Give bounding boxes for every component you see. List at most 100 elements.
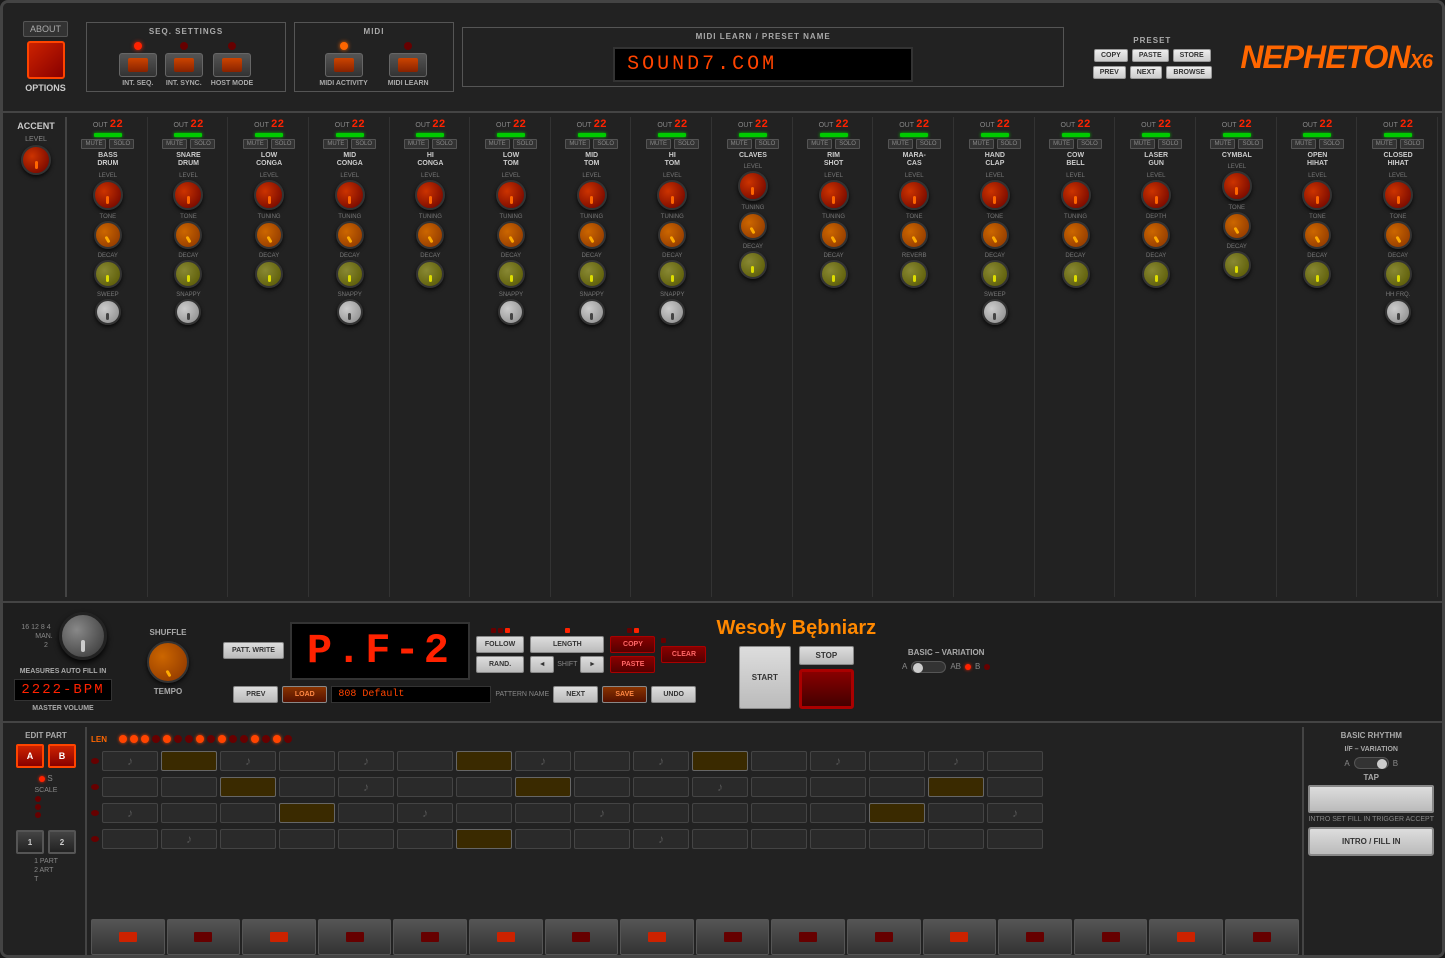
seq-step-3-15[interactable] bbox=[928, 803, 984, 823]
mute-btn[interactable]: MUTE bbox=[404, 139, 429, 149]
seq-step-1-14[interactable] bbox=[869, 751, 925, 771]
seq-step-4-11[interactable] bbox=[692, 829, 748, 849]
seq-step-3-1[interactable]: ♪ bbox=[102, 803, 158, 823]
pattern-prev-button[interactable]: PREV bbox=[233, 686, 278, 703]
tuning-knob[interactable] bbox=[1062, 221, 1090, 249]
tuning-knob[interactable] bbox=[416, 221, 444, 249]
mute-btn[interactable]: MUTE bbox=[807, 139, 832, 149]
int-seq-button[interactable] bbox=[119, 53, 157, 77]
step-btn-13[interactable] bbox=[998, 919, 1072, 955]
stop-button[interactable] bbox=[799, 669, 854, 709]
len-dot-3[interactable] bbox=[141, 735, 149, 743]
step-btn-6[interactable] bbox=[469, 919, 543, 955]
seq-step-1-2[interactable] bbox=[161, 751, 217, 771]
clear-button[interactable]: CLEAR bbox=[661, 646, 706, 663]
step-btn-8[interactable] bbox=[620, 919, 694, 955]
tone-knob[interactable] bbox=[900, 221, 928, 249]
snappy-knob[interactable] bbox=[579, 299, 605, 325]
level-knob[interactable] bbox=[738, 171, 768, 201]
seq-step-1-10[interactable]: ♪ bbox=[633, 751, 689, 771]
mute-btn[interactable]: MUTE bbox=[243, 139, 268, 149]
level-knob[interactable] bbox=[1061, 180, 1091, 210]
mute-btn[interactable]: MUTE bbox=[1130, 139, 1155, 149]
decay-knob[interactable] bbox=[255, 260, 283, 288]
seq-step-2-4[interactable] bbox=[279, 777, 335, 797]
tuning-knob[interactable] bbox=[255, 221, 283, 249]
part-a-button[interactable]: A bbox=[16, 744, 44, 768]
solo-btn[interactable]: SOLO bbox=[351, 139, 376, 149]
len-dot-14[interactable] bbox=[262, 735, 270, 743]
len-dot-16[interactable] bbox=[284, 735, 292, 743]
seq-step-2-12[interactable] bbox=[751, 777, 807, 797]
seq-step-2-16[interactable] bbox=[987, 777, 1043, 797]
len-dot-7[interactable] bbox=[185, 735, 193, 743]
len-dot-10[interactable] bbox=[218, 735, 226, 743]
solo-btn[interactable]: SOLO bbox=[1400, 139, 1425, 149]
preset-paste-button[interactable]: PASTE bbox=[1132, 49, 1169, 62]
part-b-button[interactable]: B bbox=[48, 744, 76, 768]
part-2-button[interactable]: 2 bbox=[48, 830, 76, 854]
seq-step-2-10[interactable] bbox=[633, 777, 689, 797]
mute-btn[interactable]: MUTE bbox=[485, 139, 510, 149]
seq-step-2-13[interactable] bbox=[810, 777, 866, 797]
step-btn-16[interactable] bbox=[1225, 919, 1299, 955]
preset-next-button[interactable]: NEXT bbox=[1130, 66, 1163, 79]
decay-knob[interactable] bbox=[497, 260, 525, 288]
seq-step-3-16[interactable]: ♪ bbox=[987, 803, 1043, 823]
seq-step-4-13[interactable] bbox=[810, 829, 866, 849]
seq-step-1-1[interactable]: ♪ bbox=[102, 751, 158, 771]
step-btn-7[interactable] bbox=[545, 919, 619, 955]
seq-step-2-11[interactable]: ♪ bbox=[692, 777, 748, 797]
decay-knob[interactable] bbox=[739, 251, 767, 279]
level-knob[interactable] bbox=[980, 180, 1010, 210]
mute-btn[interactable]: MUTE bbox=[1049, 139, 1074, 149]
seq-step-3-7[interactable] bbox=[456, 803, 512, 823]
step-btn-12[interactable] bbox=[923, 919, 997, 955]
depth-knob[interactable] bbox=[1142, 221, 1170, 249]
solo-btn[interactable]: SOLO bbox=[1319, 139, 1344, 149]
seq-step-1-7[interactable] bbox=[456, 751, 512, 771]
decay-knob[interactable] bbox=[336, 260, 364, 288]
solo-btn[interactable]: SOLO bbox=[1238, 139, 1263, 149]
tone-knob[interactable] bbox=[94, 221, 122, 249]
solo-btn[interactable]: SOLO bbox=[190, 139, 215, 149]
patt-write-button[interactable]: PATT. WRITE bbox=[223, 642, 284, 659]
seq-step-4-12[interactable] bbox=[751, 829, 807, 849]
seq-step-2-2[interactable] bbox=[161, 777, 217, 797]
seq-step-1-6[interactable] bbox=[397, 751, 453, 771]
ifv-toggle[interactable] bbox=[1354, 757, 1389, 769]
seq-step-4-16[interactable] bbox=[987, 829, 1043, 849]
start-button[interactable]: START bbox=[739, 646, 791, 709]
mute-btn[interactable]: MUTE bbox=[1210, 139, 1235, 149]
accent-level-knob[interactable] bbox=[21, 145, 51, 175]
level-knob[interactable] bbox=[173, 180, 203, 210]
sweep-knob[interactable] bbox=[982, 299, 1008, 325]
step-btn-5[interactable] bbox=[393, 919, 467, 955]
len-dot-4[interactable] bbox=[152, 735, 160, 743]
tone-knob[interactable] bbox=[1223, 212, 1251, 240]
master-volume-knob[interactable] bbox=[59, 612, 107, 660]
seq-step-1-12[interactable] bbox=[751, 751, 807, 771]
step-btn-10[interactable] bbox=[771, 919, 845, 955]
decay-knob[interactable] bbox=[174, 260, 202, 288]
step-btn-14[interactable] bbox=[1074, 919, 1148, 955]
mute-btn[interactable]: MUTE bbox=[727, 139, 752, 149]
tone-knob[interactable] bbox=[1303, 221, 1331, 249]
mute-btn[interactable]: MUTE bbox=[323, 139, 348, 149]
snappy-knob[interactable] bbox=[337, 299, 363, 325]
seq-step-3-11[interactable] bbox=[692, 803, 748, 823]
seq-step-2-9[interactable] bbox=[574, 777, 630, 797]
solo-btn[interactable]: SOLO bbox=[1077, 139, 1102, 149]
step-btn-3[interactable] bbox=[242, 919, 316, 955]
preset-store-button[interactable]: STORE bbox=[1173, 49, 1211, 62]
seq-step-1-5[interactable]: ♪ bbox=[338, 751, 394, 771]
mute-btn[interactable]: MUTE bbox=[969, 139, 994, 149]
seq-step-4-3[interactable] bbox=[220, 829, 276, 849]
solo-btn[interactable]: SOLO bbox=[271, 139, 296, 149]
pattern-next-button[interactable]: NEXT bbox=[553, 686, 598, 703]
mute-btn[interactable]: MUTE bbox=[1291, 139, 1316, 149]
seq-step-4-14[interactable] bbox=[869, 829, 925, 849]
tuning-knob[interactable] bbox=[578, 221, 606, 249]
len-dot-9[interactable] bbox=[207, 735, 215, 743]
seq-step-4-1[interactable] bbox=[102, 829, 158, 849]
